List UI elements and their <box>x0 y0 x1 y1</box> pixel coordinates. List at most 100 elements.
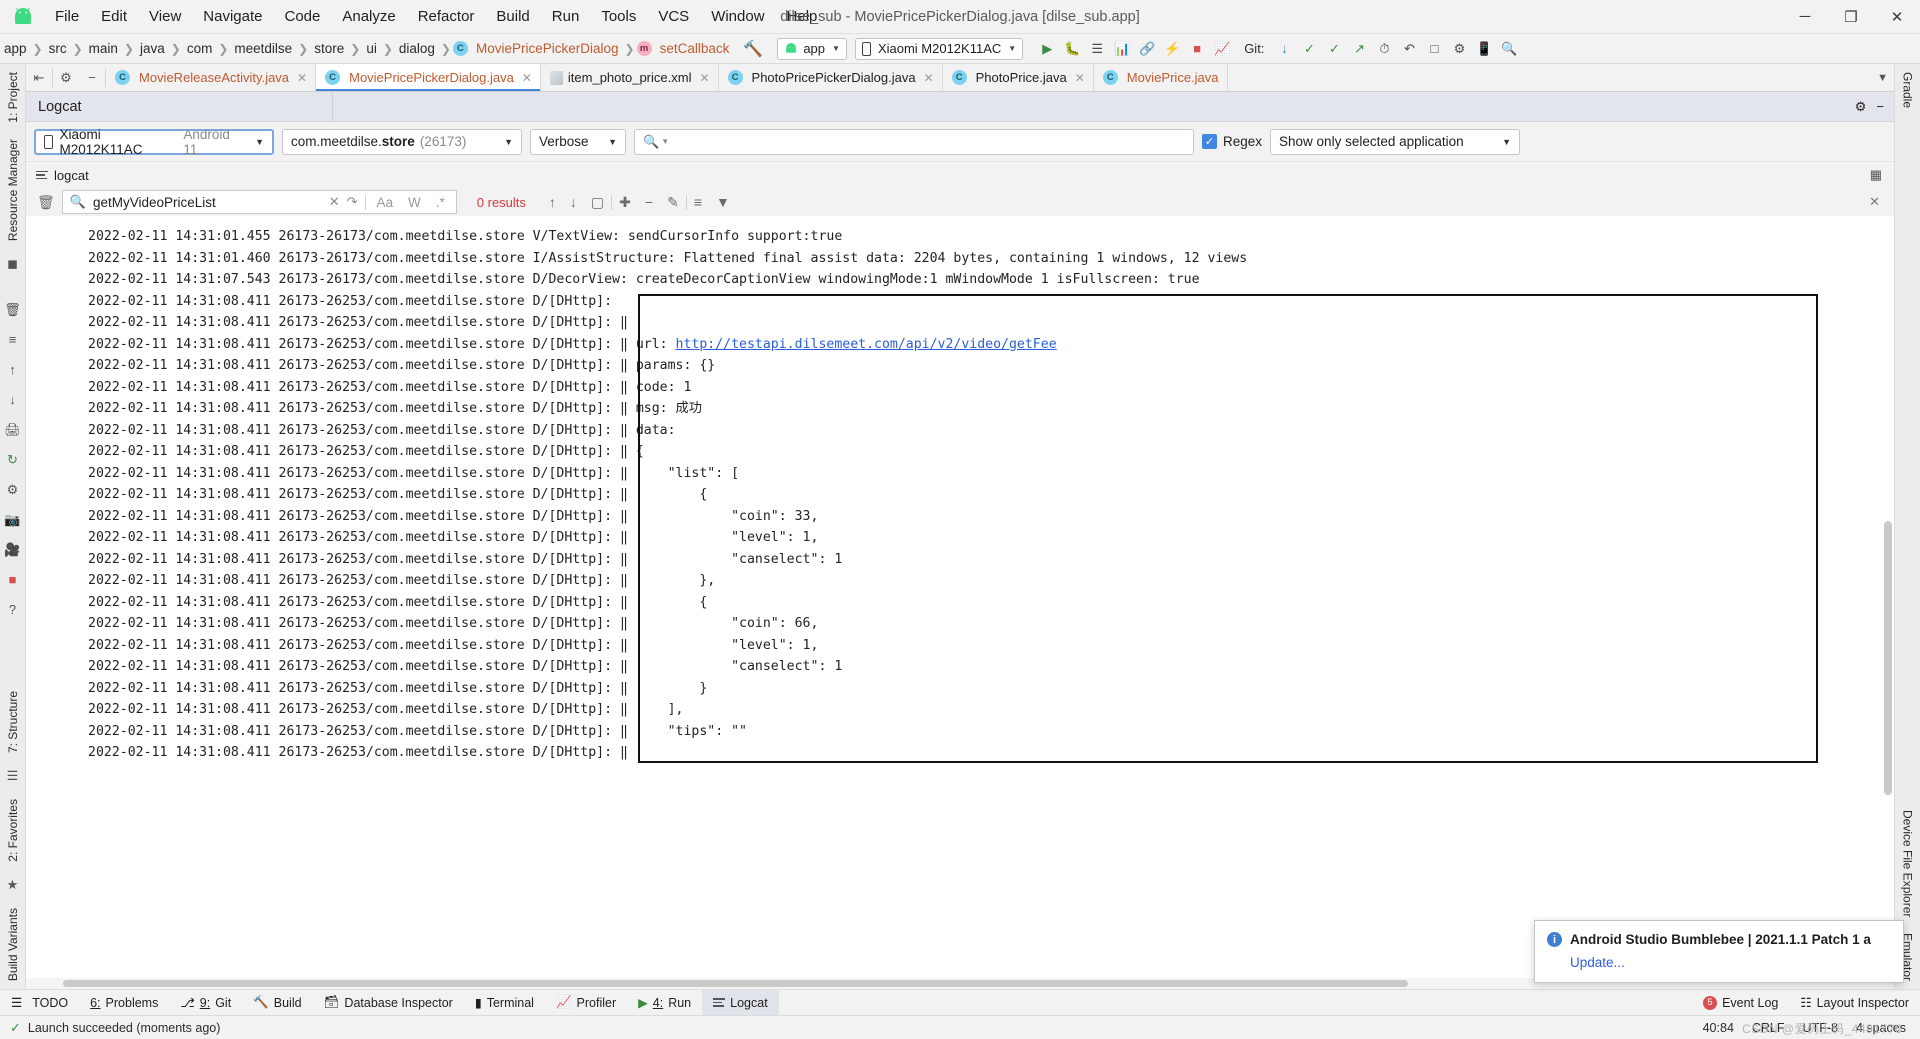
settings-icon[interactable]: ⚙ <box>3 480 23 500</box>
remove-filter-icon[interactable]: − <box>638 194 660 210</box>
balloon-update-link[interactable]: Update... <box>1570 955 1891 970</box>
search-everywhere-icon[interactable]: 🔍 <box>1497 37 1521 61</box>
make-project-icon[interactable]: 🔨 <box>733 39 773 59</box>
whole-words-toggle[interactable]: W <box>404 195 425 210</box>
scroll-up-icon[interactable]: ↑ <box>3 360 23 380</box>
bottom-tab-build[interactable]: 🔨 Build <box>242 990 312 1016</box>
scrollbar-thumb[interactable] <box>1884 520 1892 796</box>
close-tab-icon[interactable]: ✕ <box>1075 71 1085 85</box>
avd-manager-icon[interactable]: □ <box>1422 37 1446 61</box>
device-selector[interactable]: Xiaomi M2012K11AC ▼ <box>854 37 1024 60</box>
android-view-icon[interactable]: ◼ <box>3 254 23 274</box>
breadcrumb-app[interactable]: app <box>0 41 31 56</box>
close-tab-icon[interactable]: ✕ <box>924 71 934 85</box>
select-all-occurrences-icon[interactable]: ▢ <box>584 194 611 211</box>
wrap-lines-icon[interactable]: ≡ <box>3 330 23 350</box>
close-tab-icon[interactable]: ✕ <box>297 71 307 85</box>
breadcrumb-dialog[interactable]: dialog <box>395 41 439 56</box>
sidebar-item-gradle[interactable]: Gradle <box>1897 64 1919 116</box>
tab-settings-icon[interactable]: ⚙ <box>53 64 79 91</box>
menu-refactor[interactable]: Refactor <box>407 4 486 29</box>
scope-filter-dropdown[interactable]: Show only selected application ▼ <box>1270 128 1521 155</box>
sidebar-item-project[interactable]: 1: Project <box>2 64 24 131</box>
update-project-icon[interactable]: ↓ <box>1272 37 1296 61</box>
bottom-tab-event-log[interactable]: 5 Event Log <box>1692 990 1789 1016</box>
editor-tab-movie-price[interactable]: C MoviePrice.java <box>1093 64 1228 91</box>
breadcrumb-com[interactable]: com <box>183 41 217 56</box>
close-find-icon[interactable]: ✕ <box>1869 194 1894 210</box>
restart-icon[interactable]: ↻ <box>3 450 23 470</box>
breadcrumb-src[interactable]: src <box>45 41 71 56</box>
breadcrumb-ui[interactable]: ui <box>362 41 381 56</box>
sdk-manager-icon[interactable]: ⚙ <box>1447 37 1471 61</box>
print-icon[interactable]: 🖨 <box>3 420 23 440</box>
maximize-button[interactable]: ❐ <box>1828 0 1874 34</box>
menu-file[interactable]: File <box>44 4 90 29</box>
push-commits-icon[interactable]: ↗ <box>1347 37 1371 61</box>
logcat-output[interactable]: 2022-02-11 14:31:01.455 26173-26173/com.… <box>26 216 1894 978</box>
process-filter-dropdown[interactable]: com.meetdilse. store (26173) ▼ <box>282 128 522 155</box>
editor-tab-movie-price-picker-dialog[interactable]: C MoviePricePickerDialog.java ✕ <box>316 64 541 91</box>
menu-help[interactable]: Help <box>776 4 829 29</box>
bottom-tab-todo[interactable]: ☰ TODO <box>0 990 79 1016</box>
menu-view[interactable]: View <box>138 4 192 29</box>
logcat-view-mode-icon[interactable]: ▦ <box>1870 167 1894 183</box>
record-video-icon[interactable]: 🎥 <box>3 540 23 560</box>
close-button[interactable]: ✕ <box>1874 0 1920 34</box>
editor-tab-overflow[interactable]: ▼ <box>1871 64 1894 91</box>
bottom-tab-terminal[interactable]: ▮ Terminal <box>464 990 545 1016</box>
menu-run[interactable]: Run <box>541 4 591 29</box>
regex-toggle[interactable]: .* <box>432 195 449 210</box>
logcat-header-actions[interactable]: ⚙ − <box>1855 99 1894 115</box>
bottom-tab-run[interactable]: ▶ 4: Run <box>627 990 702 1016</box>
window-controls[interactable]: ─ ❐ ✕ <box>1782 0 1920 33</box>
close-tab-icon[interactable]: ✕ <box>699 71 709 85</box>
stop-record-icon[interactable]: ■ <box>3 570 23 590</box>
editor-tab-photo-price-picker-dialog[interactable]: C PhotoPricePickerDialog.java ✕ <box>718 64 943 91</box>
scroll-down-icon[interactable]: ↓ <box>3 390 23 410</box>
commit-icon[interactable]: ✓ <box>1297 37 1321 61</box>
breadcrumb[interactable]: app ❯ src ❯ main ❯ java ❯ com ❯ meetdilse ❯ st… <box>0 41 733 56</box>
screenshot-icon[interactable]: 📷 <box>3 510 23 530</box>
breadcrumb-store[interactable]: store <box>310 41 348 56</box>
debug-button[interactable]: 🐛 <box>1060 37 1084 61</box>
logcat-settings-icon[interactable]: ⚙ <box>1855 99 1867 115</box>
push-icon[interactable]: ✓ <box>1322 37 1346 61</box>
git-toolbar[interactable]: ↓ ✓ ✓ ↗ ⏱ ↶ □ ⚙ 📱 🔍 <box>1272 37 1521 61</box>
menu-vcs[interactable]: VCS <box>647 4 700 29</box>
logcat-vertical-scrollbar[interactable] <box>1882 216 1894 978</box>
collapse-all-icon[interactable]: ⇤ <box>26 64 52 91</box>
bottom-tab-problems[interactable]: 6: Problems <box>79 990 169 1016</box>
device-filter-dropdown[interactable]: Xiaomi M2012K11AC Android 11 ▼ <box>34 127 274 157</box>
profiler-button[interactable]: 📊 <box>1110 37 1134 61</box>
breadcrumb-java[interactable]: java <box>136 41 169 56</box>
menu-navigate[interactable]: Navigate <box>192 4 273 29</box>
logcat-subtab-label[interactable]: logcat <box>54 168 89 183</box>
filter-funnel-icon[interactable]: ▼ <box>709 194 737 210</box>
apply-changes-button[interactable]: ⚡ <box>1160 37 1184 61</box>
scrollbar-thumb[interactable] <box>63 980 1409 987</box>
logcat-hide-icon[interactable]: − <box>1876 99 1884 114</box>
logcat-url-link[interactable]: http://testapi.dilsemeet.com/api/v2/vide… <box>676 337 1057 352</box>
clear-logcat-icon[interactable]: 🗑 <box>30 194 62 211</box>
sidebar-item-resource-manager[interactable]: Resource Manager <box>2 131 24 249</box>
notification-balloon[interactable]: i Android Studio Bumblebee | 2021.1.1 Pa… <box>1534 920 1904 983</box>
device-manager-icon[interactable]: 📱 <box>1472 37 1496 61</box>
bottom-tab-logcat[interactable]: Logcat <box>702 989 779 1016</box>
breadcrumb-meetdilse[interactable]: meetdilse <box>230 41 296 56</box>
find-previous-icon[interactable]: ↑ <box>542 194 563 210</box>
clear-find-icon[interactable]: ✕ <box>329 194 340 210</box>
menu-analyze[interactable]: Analyze <box>331 4 406 29</box>
help-icon[interactable]: ? <box>3 600 23 620</box>
breadcrumb-method[interactable]: setCallback <box>656 41 734 56</box>
chevron-down-icon[interactable]: ▼ <box>1877 72 1888 84</box>
menu-code[interactable]: Code <box>273 4 331 29</box>
sidebar-item-device-file-explorer[interactable]: Device File Explorer <box>1897 802 1919 925</box>
regex-checkbox[interactable]: ✓ Regex <box>1202 134 1262 149</box>
run-toolbar[interactable]: ▶ 🐛 ☰ 📊 🔗 ⚡ ■ 📈 <box>1035 37 1234 61</box>
log-level-dropdown[interactable]: Verbose ▼ <box>530 128 626 155</box>
layout-inspector-button[interactable]: 📈 <box>1210 37 1234 61</box>
soft-wrap-icon[interactable]: ≡ <box>687 194 709 210</box>
edit-filter-icon[interactable]: ✎ <box>660 194 686 211</box>
bottom-tab-profiler[interactable]: 📈 Profiler <box>545 990 627 1016</box>
